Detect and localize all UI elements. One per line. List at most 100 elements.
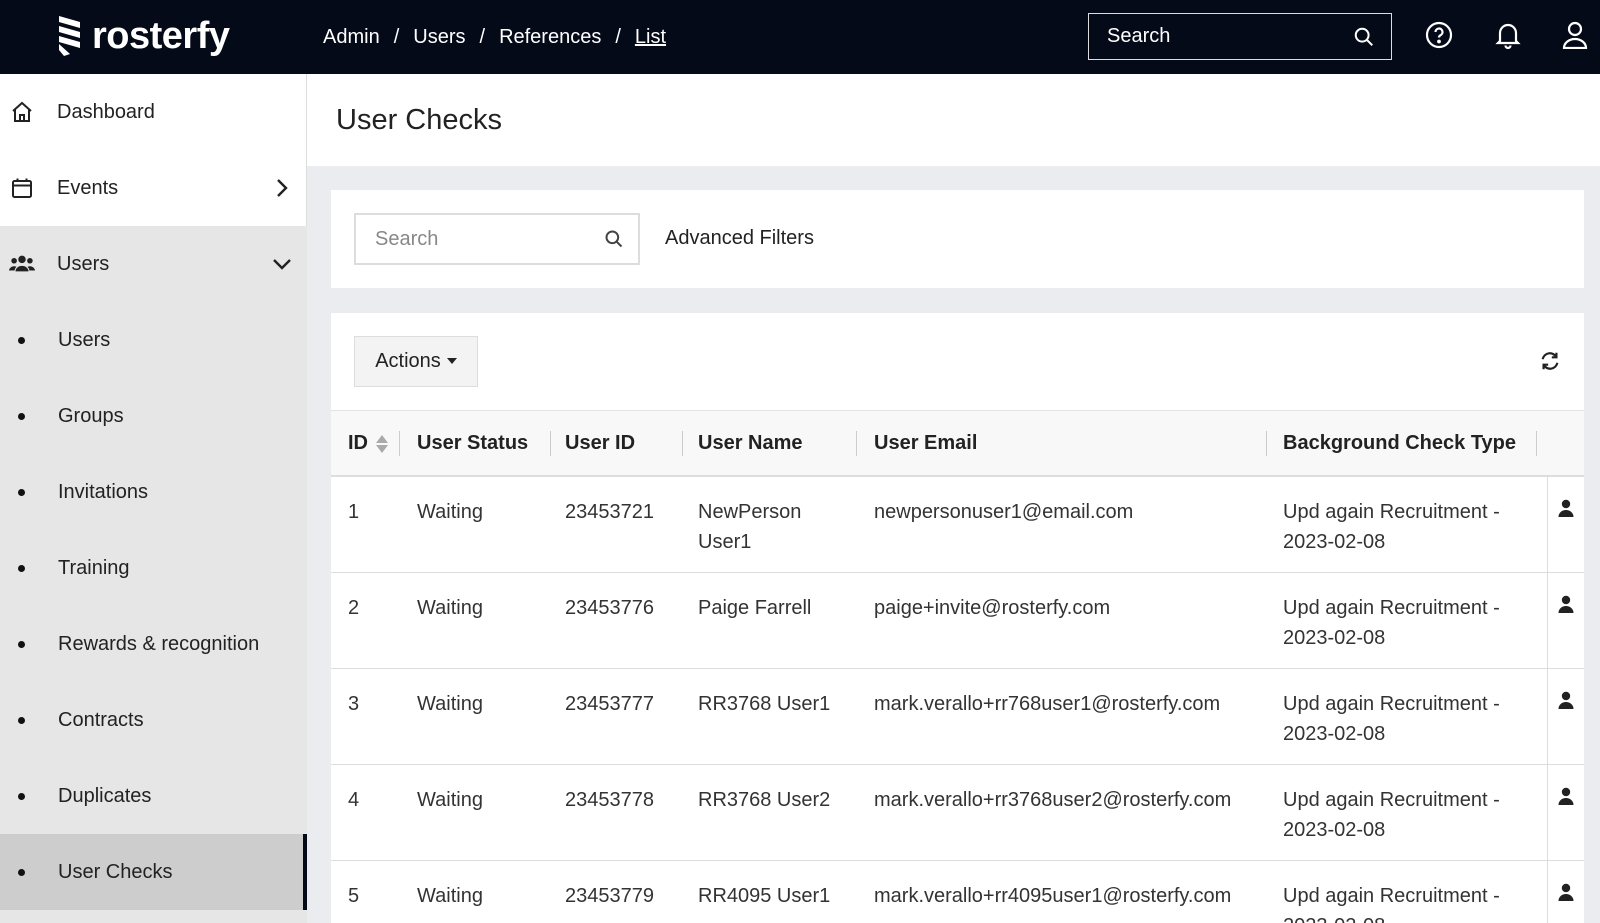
column-header-user-status[interactable]: User Status <box>417 411 528 476</box>
search-icon[interactable] <box>604 229 624 249</box>
sidebar: Dashboard Events Users Users Groups Invi… <box>0 74 307 923</box>
breadcrumb-users[interactable]: Users <box>413 26 465 49</box>
table-row[interactable]: 1 Waiting 23453721 NewPerson User1 newpe… <box>331 477 1584 573</box>
row-view-user-button[interactable] <box>1547 765 1584 861</box>
calendar-icon <box>9 175 35 201</box>
sidebar-subitem-label: Users <box>58 328 111 351</box>
sidebar-subitem-label: Training <box>58 556 130 579</box>
actions-label: Actions <box>375 350 441 372</box>
column-header-background-check-type[interactable]: Background Check Type <box>1283 411 1516 476</box>
cell-user-id: 23453777 <box>565 693 654 715</box>
users-group-icon <box>9 251 35 277</box>
cell-background-check-type: Upd again Recruitment - 2023-02-08 <box>1283 501 1500 553</box>
sidebar-subitem-rewards[interactable]: Rewards & recognition <box>0 606 307 682</box>
chevron-down-icon <box>271 253 293 275</box>
search-icon[interactable] <box>1353 26 1375 48</box>
sidebar-subitem-users[interactable]: Users <box>0 302 307 378</box>
row-view-user-button[interactable] <box>1547 669 1584 765</box>
cell-user-email: newpersonuser1@email.com <box>874 501 1134 523</box>
breadcrumb-references[interactable]: References <box>499 26 601 49</box>
column-header-user-id[interactable]: User ID <box>565 411 635 476</box>
column-divider <box>399 431 400 456</box>
sidebar-item-users[interactable]: Users <box>0 226 307 302</box>
users-submenu: Users Users Groups Invitations Training … <box>0 226 307 923</box>
column-header-user-email[interactable]: User Email <box>874 411 977 476</box>
rosterfy-logo[interactable]: rosterfy <box>56 12 230 60</box>
bullet-icon <box>18 792 25 800</box>
cell-id: 1 <box>348 501 360 523</box>
table-row[interactable]: 4 Waiting 23453778 RR3768 User2 mark.ver… <box>331 765 1584 861</box>
table-search-input[interactable]: Search <box>354 213 640 265</box>
bullet-icon <box>18 640 25 648</box>
cell-user-id: 23453778 <box>565 789 654 811</box>
top-navbar: rosterfy Admin / Users / References / Li… <box>0 0 1600 74</box>
bell-icon[interactable] <box>1493 20 1523 50</box>
breadcrumb-list[interactable]: List <box>635 26 666 49</box>
sidebar-item-events[interactable]: Events <box>0 150 307 226</box>
sidebar-subitem-label: Duplicates <box>58 784 152 807</box>
actions-dropdown-button[interactable]: Actions <box>354 336 478 387</box>
cell-user-status: Waiting <box>417 885 483 907</box>
cell-user-status: Waiting <box>417 501 483 523</box>
cell-id: 5 <box>348 885 360 907</box>
cell-user-email: paige+invite@rosterfy.com <box>874 597 1111 619</box>
row-view-user-button[interactable] <box>1547 477 1584 573</box>
column-divider <box>1536 431 1537 456</box>
sidebar-subitem-label: Invitations <box>58 480 149 503</box>
cell-user-id: 23453721 <box>565 501 654 523</box>
sidebar-subitem-contracts[interactable]: Contracts <box>0 682 307 758</box>
column-header-user-name[interactable]: User Name <box>698 411 803 476</box>
sidebar-item-label: Users <box>57 252 110 275</box>
sidebar-subitem-user-checks[interactable]: User Checks <box>0 834 307 910</box>
sidebar-subitem-training[interactable]: Training <box>0 530 307 606</box>
table-row[interactable]: 3 Waiting 23453777 RR3768 User1 mark.ver… <box>331 669 1584 765</box>
table-panel: Actions ID User Status User ID User Name… <box>331 313 1584 923</box>
row-view-user-button[interactable] <box>1547 861 1584 923</box>
column-header-id[interactable]: ID <box>348 411 388 476</box>
cell-user-status: Waiting <box>417 789 483 811</box>
cell-user-status: Waiting <box>417 693 483 715</box>
table-row[interactable]: 5 Waiting 23453779 RR4095 User1 mark.ver… <box>331 861 1584 923</box>
logo-text: rosterfy <box>92 14 230 57</box>
row-view-user-button[interactable] <box>1547 573 1584 669</box>
table-header: ID User Status User ID User Name User Em… <box>331 410 1584 477</box>
sidebar-item-dashboard[interactable]: Dashboard <box>0 74 307 150</box>
refresh-icon[interactable] <box>1539 350 1561 372</box>
sort-icon[interactable] <box>376 434 388 453</box>
breadcrumb-admin[interactable]: Admin <box>323 26 380 49</box>
page-header: User Checks <box>307 74 1600 166</box>
sidebar-subitem-label: Groups <box>58 404 124 427</box>
sidebar-subitem-label: Rewards & recognition <box>58 632 260 655</box>
column-divider <box>550 431 551 456</box>
sidebar-subitem-duplicates[interactable]: Duplicates <box>0 758 307 834</box>
cell-user-email: mark.verallo+rr4095user1@rosterfy.com <box>874 885 1232 907</box>
bullet-icon <box>18 412 25 420</box>
cell-user-id: 23453776 <box>565 597 654 619</box>
cell-user-name: RR4095 User1 <box>698 885 831 907</box>
sidebar-subitem-invitations[interactable]: Invitations <box>0 454 307 530</box>
user-icon <box>1558 691 1574 709</box>
cell-user-name: Paige Farrell <box>698 597 812 619</box>
cell-id: 2 <box>348 597 360 619</box>
cell-id: 3 <box>348 693 360 715</box>
breadcrumb-separator: / <box>479 25 486 48</box>
user-icon <box>1558 787 1574 805</box>
global-search-input[interactable]: Search <box>1088 13 1392 60</box>
global-search-placeholder: Search <box>1107 25 1171 47</box>
sidebar-subitem-label: User Checks <box>58 860 173 883</box>
bullet-icon <box>18 488 25 496</box>
cell-background-check-type: Upd again Recruitment - 2023-02-08 <box>1283 789 1500 841</box>
sidebar-subitem-groups[interactable]: Groups <box>0 378 307 454</box>
advanced-filters-link[interactable]: Advanced Filters <box>665 227 814 250</box>
column-divider <box>856 431 857 456</box>
user-profile-icon[interactable] <box>1560 20 1590 50</box>
user-icon <box>1558 499 1574 517</box>
cell-user-status: Waiting <box>417 597 483 619</box>
table-row[interactable]: 2 Waiting 23453776 Paige Farrell paige+i… <box>331 573 1584 669</box>
help-icon[interactable] <box>1424 20 1454 50</box>
chevron-right-icon <box>271 177 293 199</box>
cell-user-name: RR3768 User1 <box>698 693 831 715</box>
breadcrumb-separator: / <box>615 25 621 48</box>
rosterfy-logo-icon <box>59 16 80 56</box>
cell-background-check-type: Upd again Recruitment - 2023-02-08 <box>1283 885 1500 923</box>
